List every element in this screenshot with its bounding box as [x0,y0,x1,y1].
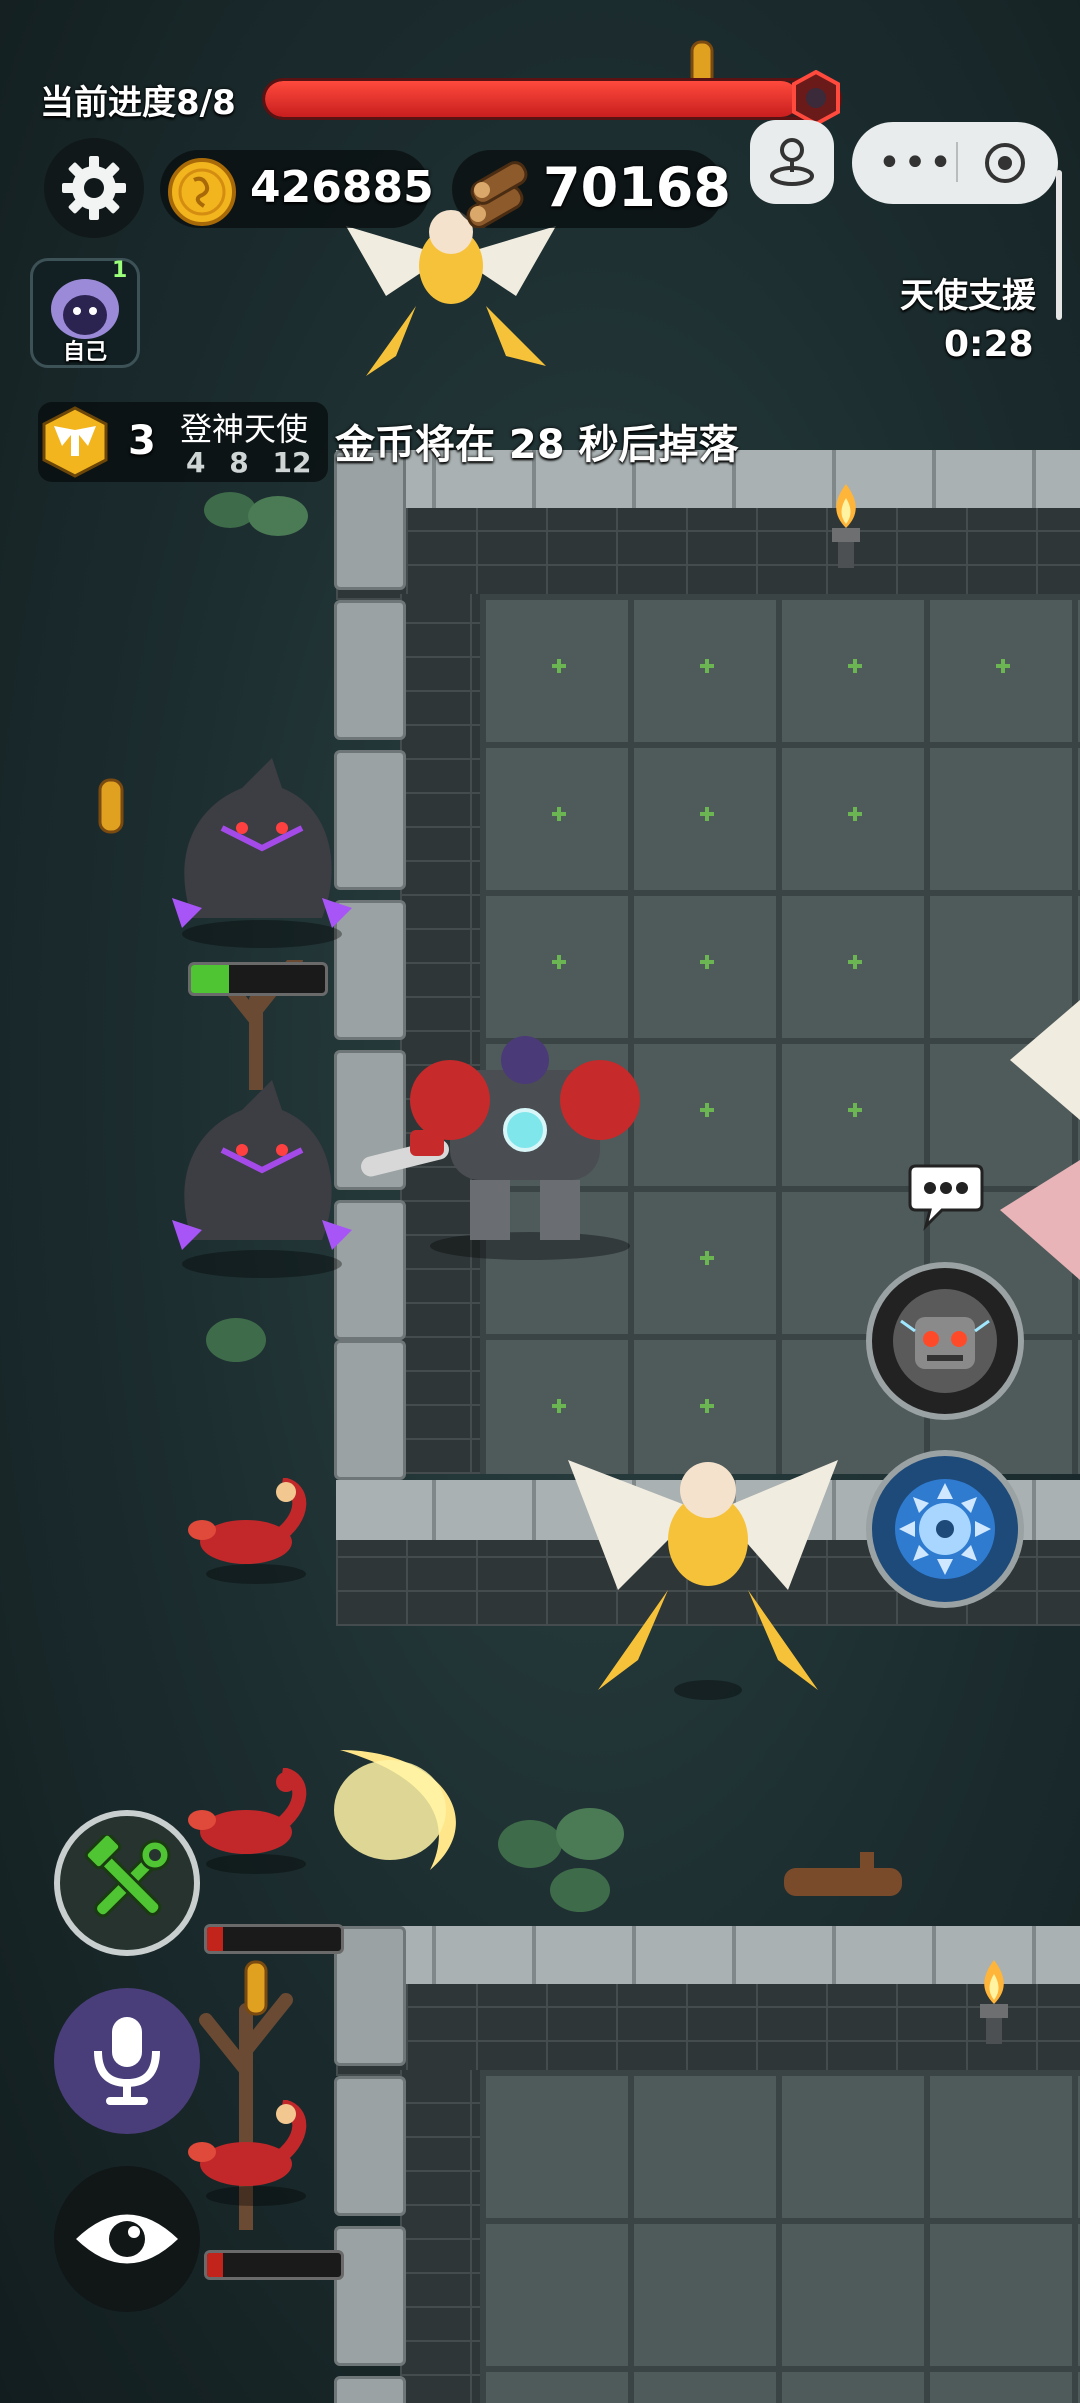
eye-icon [76,2214,178,2264]
self-count-badge: 1 [112,258,128,283]
torch [832,484,860,568]
target-close-icon[interactable] [980,138,1030,188]
wrench-hammer-icon [84,1835,171,1918]
more-button[interactable]: ••• [876,140,956,186]
werewolf-hp-fill [191,965,229,993]
voice-button[interactable] [54,1988,200,2134]
room2-left-pillars [334,1926,408,2403]
scorpion-hp-fill [207,1927,224,1951]
self-label: 自己 [62,340,107,365]
fallen-log [784,1852,902,1896]
angel-ally-partial [1000,1000,1080,1280]
angel-ally [568,1460,838,1700]
robot-skill-button[interactable] [866,1262,1024,1420]
saw-blade-icon [895,1479,995,1579]
werewolf-enemy[interactable] [152,748,352,948]
wood-amount: 70168 [543,156,731,219]
scorpion-hp-fill [207,2253,224,2277]
scorpion-enemy[interactable] [186,2100,326,2210]
coin-drop-notice: 金币将在 28 秒后掉落 [335,422,739,468]
settings-button[interactable] [44,138,144,238]
stage-progress-bar [262,78,842,120]
synergy-level: 3 [128,418,156,464]
view-toggle-button[interactable] [54,2166,200,2312]
coin-icon [168,158,236,226]
werewolf-hp-bar [188,962,328,996]
werewolf-enemy[interactable] [152,1060,352,1280]
bush [206,1318,266,1362]
stage-progress-fill [265,81,799,117]
robot-head-icon [893,1289,997,1393]
holy-slash-effect [334,1750,456,1870]
bush [498,1808,624,1912]
scorpion-enemy[interactable] [186,1768,326,1878]
synergy-tiers: 4 8 12 [186,446,312,479]
angel-support-timer: 0:28 [944,324,1034,365]
scorpion-hp-bar [204,1924,344,1954]
more-dots-icon: ••• [877,140,955,186]
dropped-coin [244,1960,268,2016]
game-stage[interactable]: 当前进度8/8 426885 70168 ••• 自己 1 天使支援 0:28 … [0,0,1080,2403]
scroll-indicator [1056,170,1062,320]
synergy-name: 登神天使 [180,410,309,448]
bush [204,492,308,536]
room1-left-pillars [334,450,408,1480]
chat-bubble-icon [908,1164,984,1231]
stage-progress-label: 当前进度8/8 [40,83,236,123]
torch [980,1960,1008,2044]
room2-floor [480,2070,1080,2403]
angel-wings-icon [42,406,108,478]
scorpion-enemy[interactable] [186,1478,326,1588]
dropped-coin [98,778,124,834]
boss-marker-icon [792,70,840,126]
joystick-button[interactable] [750,120,834,204]
capsule-divider [956,142,958,182]
saw-skill-button[interactable] [866,1450,1024,1608]
room2-left-wall [400,2070,480,2403]
room1-wall-brick [336,508,1080,600]
chat-button[interactable] [906,1160,986,1232]
gear-icon [62,156,126,220]
coin-amount: 426885 [250,162,434,213]
angel-support-title: 天使支援 [900,276,1036,316]
player-mech[interactable] [360,1030,680,1260]
build-button[interactable] [54,1810,200,1956]
scorpion-hp-bar [204,2250,344,2280]
wood-logs-icon [466,161,528,228]
joystick-icon [770,138,814,186]
microphone-icon [94,2017,160,2105]
